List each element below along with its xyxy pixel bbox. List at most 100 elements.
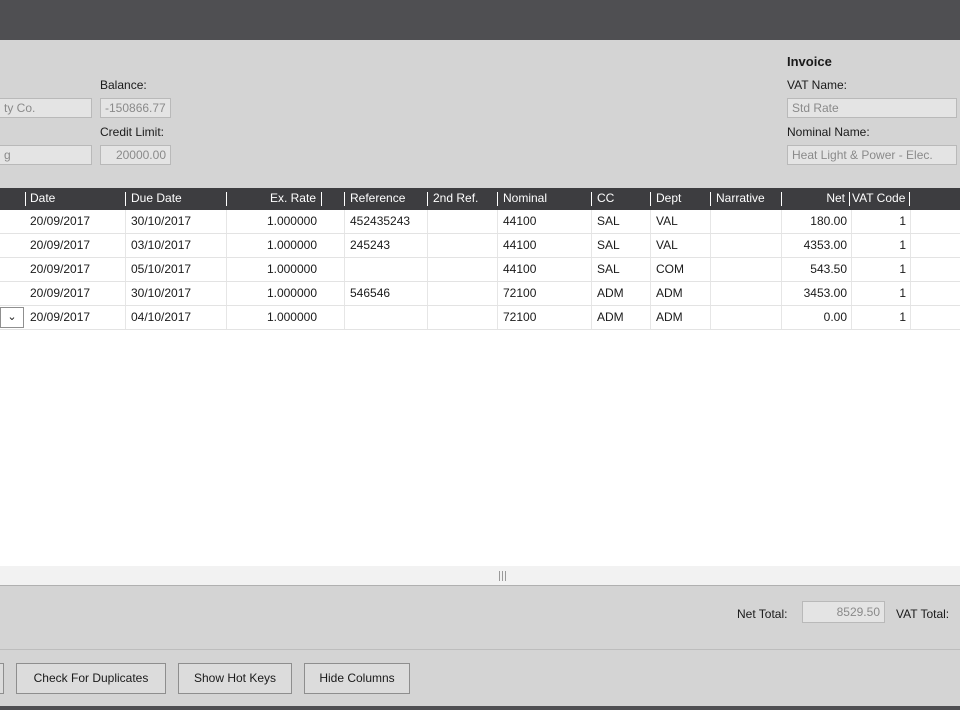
balance-field: -150866.77 [100,98,171,118]
balance-label: Balance: [100,78,147,92]
cell-cc[interactable]: ADM [597,282,624,305]
column-separator [909,192,910,206]
transactions-grid: 20/09/2017 30/10/2017 1.000000 452435243… [0,210,960,566]
cell-ex-rate[interactable]: 1.000000 [232,258,317,281]
grid-header: Date Due Date Ex. Rate Reference 2nd Ref… [0,188,960,210]
column-header-ex-rate[interactable]: Ex. Rate [232,188,316,210]
header-panel: ty Co. g Balance: -150866.77 Credit Limi… [0,40,960,188]
nominal-name-field: Heat Light & Power - Elec. [787,145,957,165]
cell-nominal[interactable]: 44100 [503,258,536,281]
cell-nominal[interactable]: 72100 [503,282,536,305]
column-separator [125,192,126,206]
column-separator [710,192,711,206]
account-type-field[interactable]: g [0,145,92,165]
chevron-down-icon: ⌄ [7,311,17,323]
vat-name-field: Std Rate [787,98,957,118]
cell-reference[interactable]: 245243 [350,234,390,257]
column-header-reference[interactable]: Reference [350,188,405,210]
cell-nominal[interactable]: 72100 [503,306,536,329]
column-header-narrative[interactable]: Narrative [716,188,765,210]
column-separator [849,192,850,206]
grip-handle-icon[interactable] [499,571,507,581]
table-row[interactable]: 20/09/2017 05/10/2017 1.000000 44100 SAL… [0,258,960,282]
column-separator [344,192,345,206]
column-separator [650,192,651,206]
cell-ex-rate[interactable]: 1.000000 [232,282,317,305]
cell-nominal[interactable]: 44100 [503,210,536,233]
cell-vat-code[interactable]: 1 [855,282,906,305]
cell-net[interactable]: 180.00 [786,210,847,233]
cell-vat-code[interactable]: 1 [855,210,906,233]
panel-splitter[interactable] [0,566,960,586]
cell-date[interactable]: 20/09/2017 [30,282,90,305]
cell-reference[interactable]: 546546 [350,282,390,305]
column-separator [25,192,26,206]
cell-dept[interactable]: ADM [656,282,683,305]
cell-due-date[interactable]: 30/10/2017 [131,282,191,305]
button-bar: Check For Duplicates Show Hot Keys Hide … [0,650,960,706]
credit-limit-label: Credit Limit: [100,125,165,139]
cell-net[interactable]: 4353.00 [786,234,847,257]
cell-net[interactable]: 543.50 [786,258,847,281]
cell-dept[interactable]: VAL [656,234,678,257]
check-for-duplicates-button[interactable]: Check For Duplicates [16,663,166,694]
column-header-dept[interactable]: Dept [656,188,681,210]
cell-vat-code[interactable]: 1 [855,258,906,281]
nominal-name-label: Nominal Name: [787,125,870,139]
window-bottom-edge [0,706,960,710]
column-header-due-date[interactable]: Due Date [131,188,182,210]
column-header-cc[interactable]: CC [597,188,614,210]
column-header-nominal[interactable]: Nominal [503,188,547,210]
column-header-date[interactable]: Date [30,188,55,210]
cell-ex-rate[interactable]: 1.000000 [232,210,317,233]
column-separator [591,192,592,206]
cell-ex-rate[interactable]: 1.000000 [232,306,317,329]
cell-cc[interactable]: ADM [597,306,624,329]
show-hot-keys-button[interactable]: Show Hot Keys [178,663,292,694]
vat-name-label: VAT Name: [787,78,848,92]
cell-cc[interactable]: SAL [597,210,620,233]
invoice-heading: Invoice [787,54,832,69]
cell-net[interactable]: 0.00 [786,306,847,329]
cell-nominal[interactable]: 44100 [503,234,536,257]
cell-dept[interactable]: ADM [656,306,683,329]
hide-columns-button[interactable]: Hide Columns [304,663,410,694]
account-name-field[interactable]: ty Co. [0,98,92,118]
cell-vat-code[interactable]: 1 [855,234,906,257]
table-row[interactable]: ⌄ 20/09/2017 04/10/2017 1.000000 72100 A… [0,306,960,330]
partial-button[interactable] [0,663,4,694]
cell-reference[interactable]: 452435243 [350,210,410,233]
cell-date[interactable]: 20/09/2017 [30,258,90,281]
column-separator [226,192,227,206]
window-title-bar [0,0,960,40]
cell-due-date[interactable]: 05/10/2017 [131,258,191,281]
row-dropdown[interactable]: ⌄ [0,307,24,328]
table-row[interactable]: 20/09/2017 30/10/2017 1.000000 546546 72… [0,282,960,306]
cell-date[interactable]: 20/09/2017 [30,210,90,233]
cell-date[interactable]: 20/09/2017 [30,306,90,329]
cell-due-date[interactable]: 30/10/2017 [131,210,191,233]
cell-net[interactable]: 3453.00 [786,282,847,305]
cell-date[interactable]: 20/09/2017 [30,234,90,257]
cell-due-date[interactable]: 04/10/2017 [131,306,191,329]
column-header-2nd-ref[interactable]: 2nd Ref. [433,188,478,210]
cell-due-date[interactable]: 03/10/2017 [131,234,191,257]
cell-cc[interactable]: SAL [597,258,620,281]
column-separator [427,192,428,206]
cell-cc[interactable]: SAL [597,234,620,257]
net-total-field: 8529.50 [802,601,885,623]
table-row[interactable]: 20/09/2017 30/10/2017 1.000000 452435243… [0,210,960,234]
cell-dept[interactable]: COM [656,258,684,281]
cell-dept[interactable]: VAL [656,210,678,233]
column-separator [321,192,322,206]
totals-panel: Net Total: 8529.50 VAT Total: [0,586,960,650]
vat-total-label: VAT Total: [896,607,950,621]
net-total-label: Net Total: [737,607,788,621]
column-header-vat-code[interactable]: VAT Code [852,188,905,210]
column-separator [781,192,782,206]
cell-ex-rate[interactable]: 1.000000 [232,234,317,257]
cell-vat-code[interactable]: 1 [855,306,906,329]
table-row[interactable]: 20/09/2017 03/10/2017 1.000000 245243 44… [0,234,960,258]
credit-limit-field: 20000.00 [100,145,171,165]
column-header-net[interactable]: Net [786,188,845,210]
